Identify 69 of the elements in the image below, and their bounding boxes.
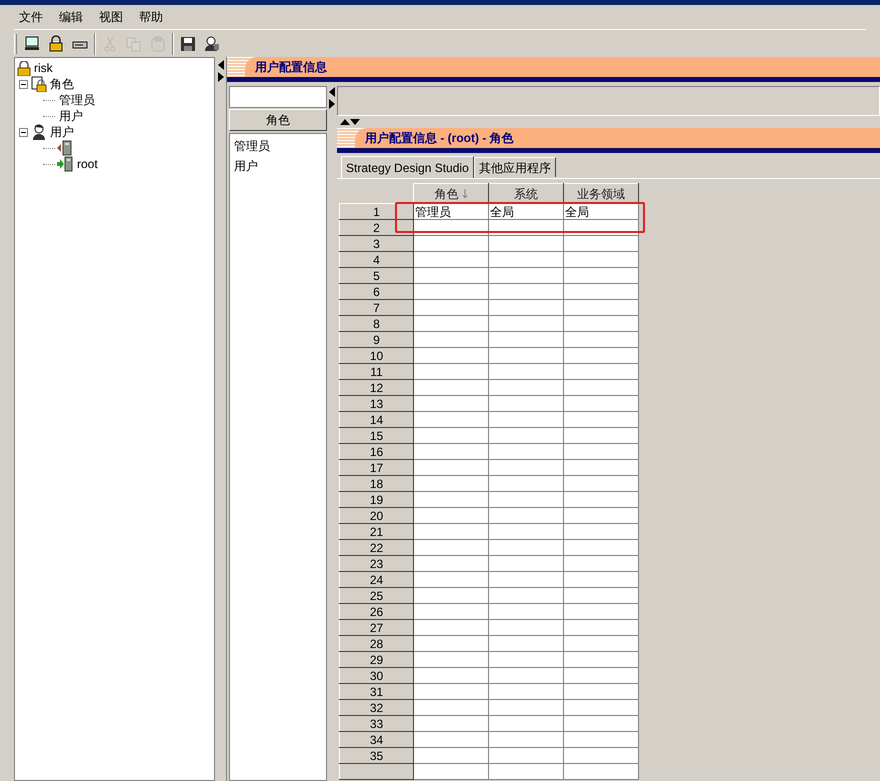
locked-document-icon — [31, 76, 47, 92]
column-header[interactable]: 业务领域 — [564, 184, 638, 204]
list-item[interactable]: 管理员 — [230, 136, 326, 156]
tab[interactable]: 其他应用程序 — [474, 157, 556, 177]
row-header[interactable]: 1 — [340, 204, 414, 220]
row-header[interactable]: 11 — [340, 364, 414, 380]
tree-item[interactable]: 角色 — [50, 76, 74, 92]
row-header[interactable]: 35 — [340, 748, 414, 764]
tree-item[interactable]: 管理员 — [59, 92, 95, 108]
row-header[interactable]: 12 — [340, 380, 414, 396]
user-icon — [31, 124, 47, 140]
splitter-arrows-icon[interactable] — [328, 86, 336, 110]
row-header[interactable]: 27 — [340, 620, 414, 636]
row-header[interactable]: 17 — [340, 460, 414, 476]
row-header[interactable] — [340, 764, 414, 780]
lock-icon — [17, 60, 31, 76]
row-header[interactable]: 25 — [340, 588, 414, 604]
row-header[interactable]: 10 — [340, 348, 414, 364]
row-header[interactable]: 28 — [340, 636, 414, 652]
row-header[interactable]: 33 — [340, 716, 414, 732]
row-header[interactable]: 8 — [340, 316, 414, 332]
search-field[interactable] — [229, 86, 327, 108]
splitter-arrows-icon[interactable] — [216, 59, 224, 83]
menu-item[interactable]: 帮助 — [132, 8, 170, 26]
row-header[interactable]: 9 — [340, 332, 414, 348]
server-with-arrow-icon — [56, 140, 74, 156]
row-header[interactable]: 4 — [340, 252, 414, 268]
column-header[interactable]: 角色 — [414, 184, 488, 204]
collapse-icon[interactable] — [19, 80, 28, 88]
tree-item[interactable]: 用户 — [59, 108, 83, 124]
tree-item[interactable]: 用户 — [50, 124, 74, 140]
menu-item[interactable]: 文件 — [12, 8, 50, 26]
menu-item[interactable]: 视图 — [92, 8, 130, 26]
row-header[interactable]: 26 — [340, 604, 414, 620]
row-header[interactable]: 16 — [340, 444, 414, 460]
row-header[interactable]: 14 — [340, 412, 414, 428]
row-header[interactable]: 18 — [340, 476, 414, 492]
row-header[interactable]: 7 — [340, 300, 414, 316]
row-header[interactable]: 5 — [340, 268, 414, 284]
role-button[interactable]: 角色 — [229, 109, 327, 131]
panel-title: 用户配置信息 - (root) - 角色 — [365, 130, 514, 147]
menu-item[interactable]: 编辑 — [52, 8, 90, 26]
row-header[interactable]: 19 — [340, 492, 414, 508]
row-header[interactable]: 22 — [340, 540, 414, 556]
splitter-arrows-icon[interactable] — [339, 118, 361, 126]
row-header[interactable]: 31 — [340, 684, 414, 700]
list-item[interactable]: 用户 — [230, 156, 326, 176]
row-header[interactable]: 29 — [340, 652, 414, 668]
panel-title: 用户配置信息 — [255, 59, 327, 76]
table-cell: 全局 — [564, 204, 638, 220]
row-header[interactable]: 34 — [340, 732, 414, 748]
tree-item[interactable]: root — [77, 156, 98, 172]
tree-item[interactable]: risk — [34, 60, 53, 76]
row-header[interactable]: 24 — [340, 572, 414, 588]
row-header[interactable]: 20 — [340, 508, 414, 524]
collapse-icon[interactable] — [19, 128, 28, 136]
tab[interactable]: Strategy Design Studio — [341, 156, 474, 178]
table-cell: 全局 — [488, 204, 564, 220]
row-header[interactable]: 6 — [340, 284, 414, 300]
row-header[interactable]: 3 — [340, 236, 414, 252]
table-cell: 管理员 — [414, 204, 488, 220]
row-header[interactable]: 13 — [340, 396, 414, 412]
row-header[interactable]: 23 — [340, 556, 414, 572]
row-header[interactable]: 30 — [340, 668, 414, 684]
row-header[interactable]: 15 — [340, 428, 414, 444]
column-header[interactable]: 系统 — [488, 184, 564, 204]
server-with-arrow-icon — [56, 156, 74, 172]
row-header[interactable]: 21 — [340, 524, 414, 540]
row-header[interactable]: 32 — [340, 700, 414, 716]
